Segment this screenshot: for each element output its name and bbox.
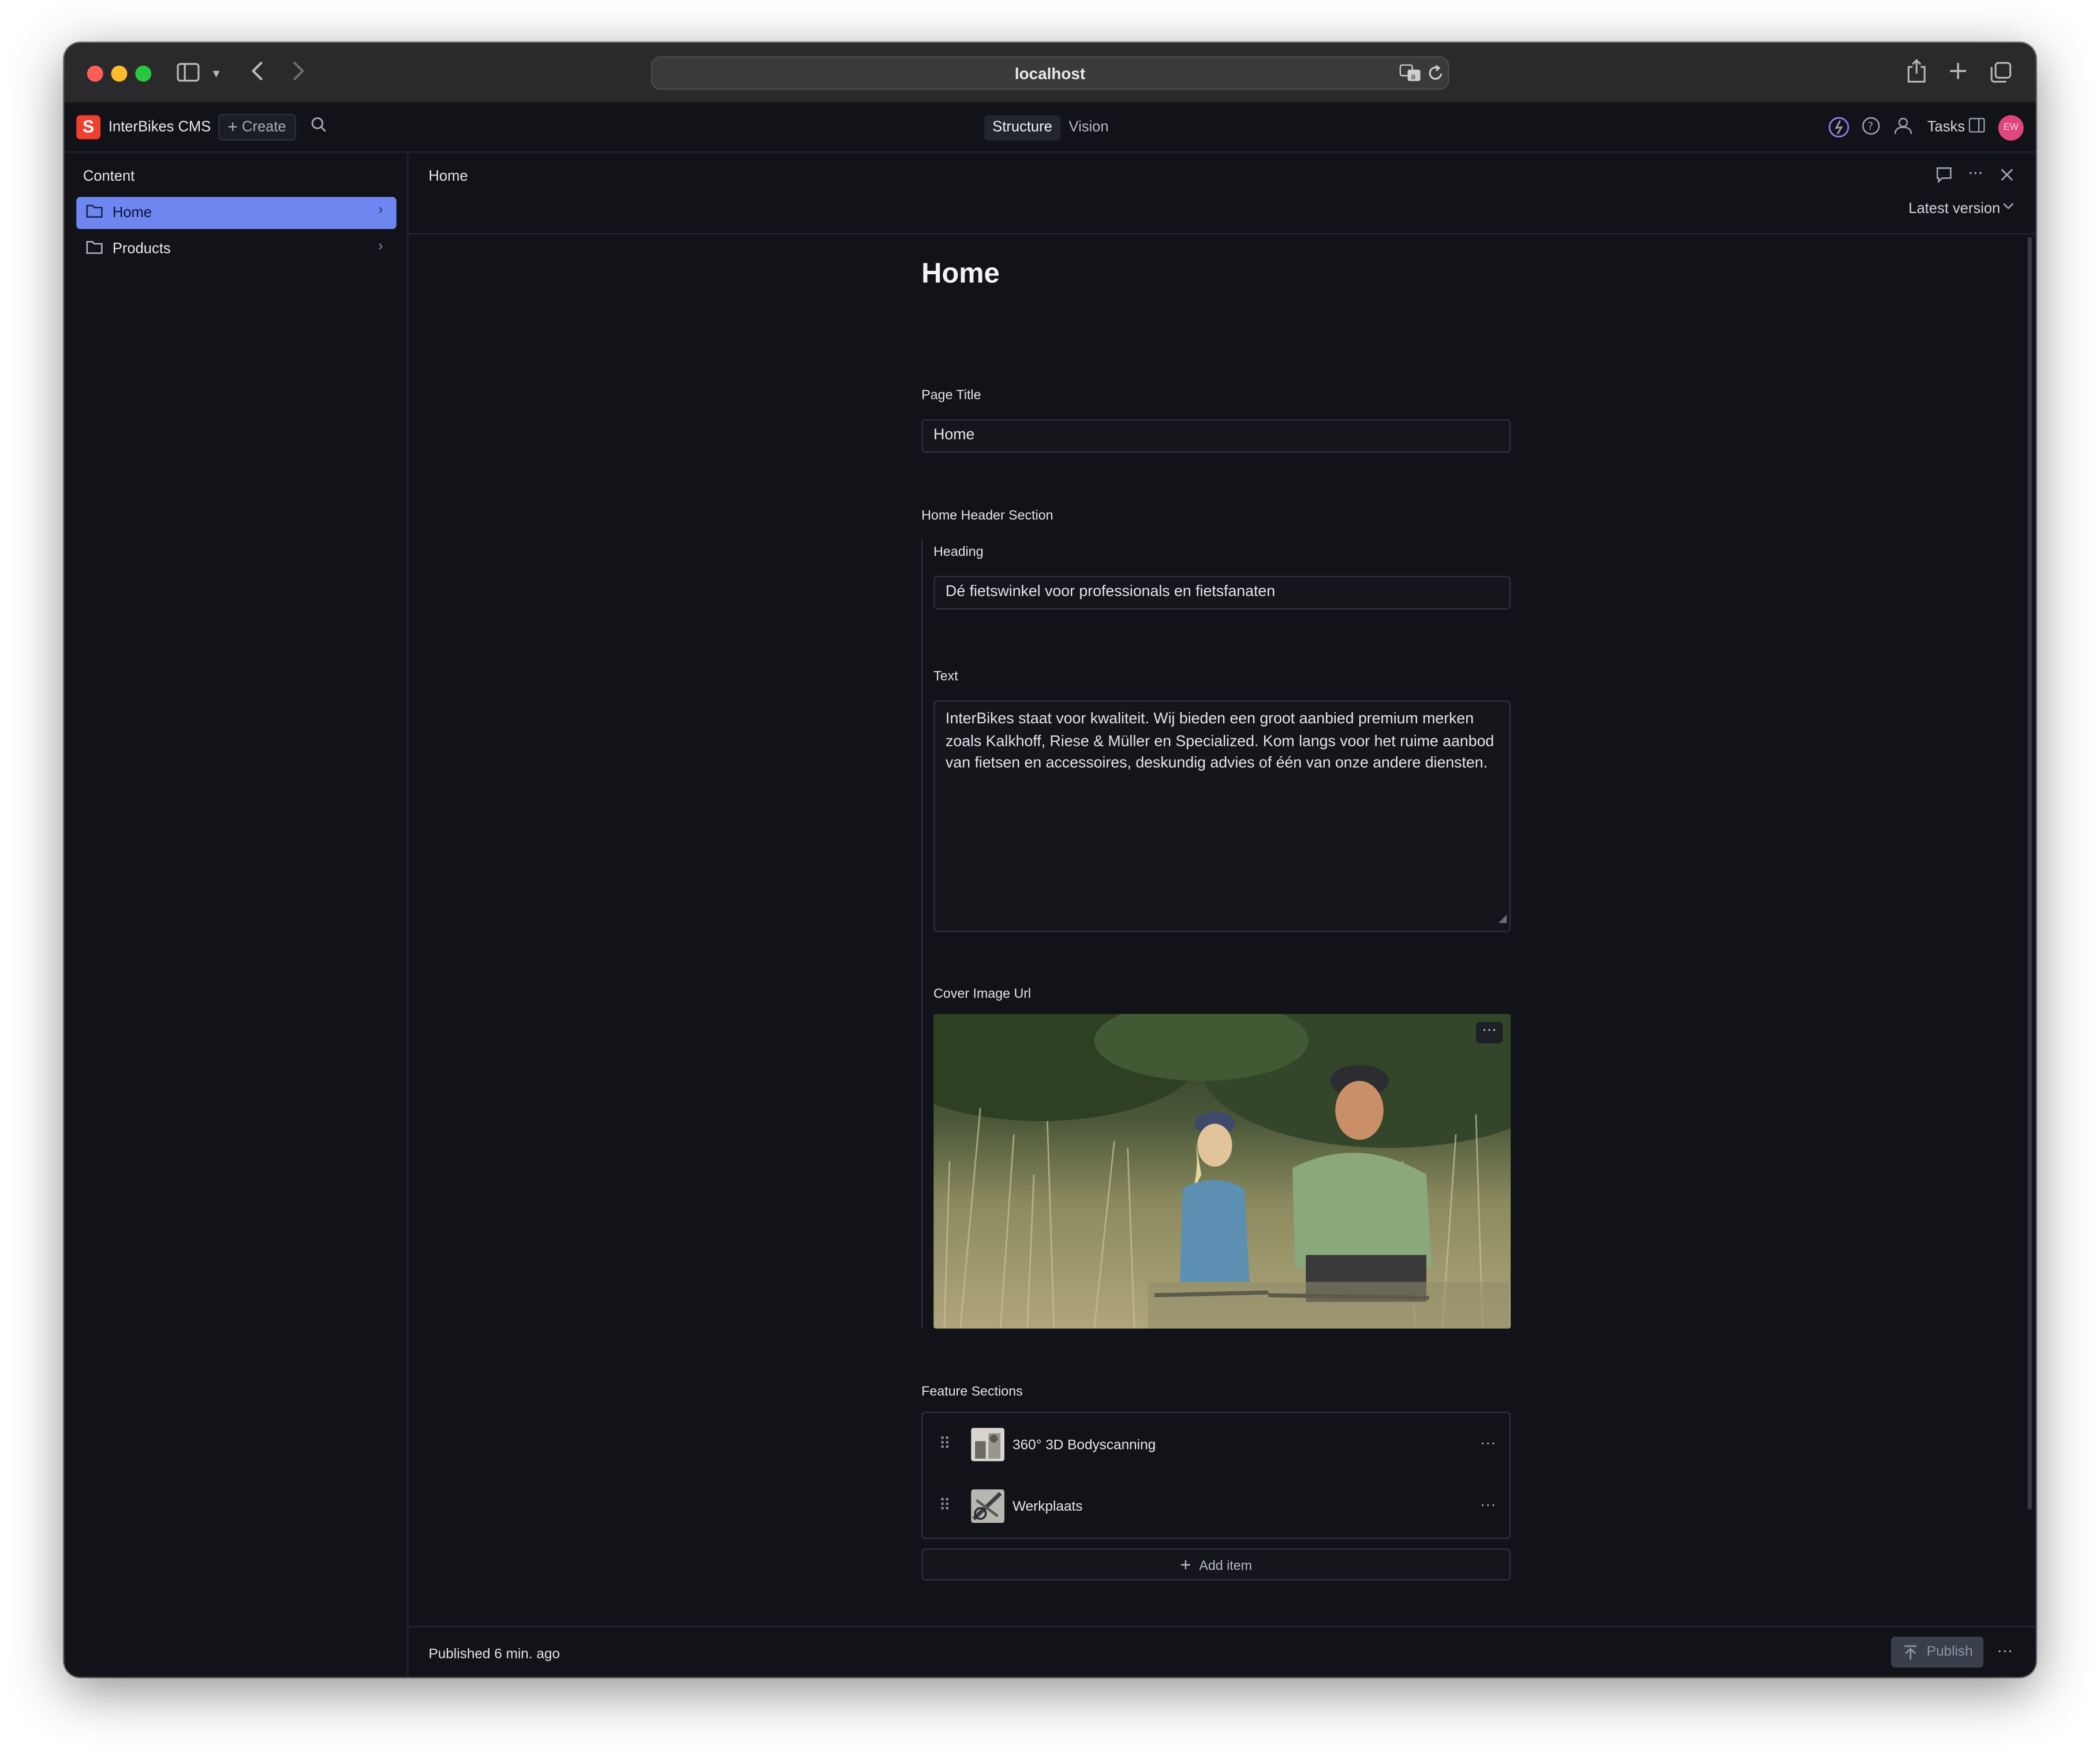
chevron-right-icon: ›: [378, 202, 383, 219]
pane-title: Content: [83, 169, 135, 185]
address-bar[interactable]: localhost a: [651, 56, 1449, 90]
forward-icon[interactable]: [292, 60, 305, 87]
search-icon[interactable]: [311, 117, 327, 137]
structure-pane: Content Home › Products ›: [64, 152, 409, 1677]
publish-status: Published 6 min. ago: [428, 1646, 561, 1663]
chevron-down-icon[interactable]: [2002, 200, 2015, 215]
drag-handle-icon[interactable]: ⠿: [939, 1496, 950, 1515]
version-selector[interactable]: Latest version: [1908, 201, 2000, 217]
feature-sections-list: ⠿ 360° 3D Bodyscanning ··· ⠿ Werkplaats …: [921, 1411, 1511, 1539]
section-divider: [921, 540, 923, 1329]
chevron-right-icon: ›: [378, 238, 383, 255]
brand-logo[interactable]: S: [76, 115, 101, 140]
page-title-input[interactable]: Home: [921, 419, 1511, 453]
image-menu-button[interactable]: ···: [1475, 1022, 1503, 1044]
resize-handle-icon[interactable]: ◢: [1499, 907, 1507, 929]
avatar[interactable]: EW: [1998, 115, 2024, 141]
text-textarea[interactable]: InterBikes staat voor kwaliteit. Wij bie…: [933, 700, 1511, 932]
drag-handle-icon[interactable]: ⠿: [939, 1435, 950, 1453]
thumbnail-image: [971, 1428, 1005, 1462]
field-label: Text: [933, 670, 958, 685]
field-label: Cover Image Url: [933, 987, 1032, 1002]
reload-icon[interactable]: [1428, 64, 1444, 85]
scrollbar[interactable]: [2027, 237, 2032, 1510]
structure-item-label: Home: [112, 204, 152, 221]
add-item-button[interactable]: + Add item: [921, 1548, 1511, 1581]
more-icon[interactable]: ···: [1480, 1495, 1496, 1513]
translate-icon[interactable]: a: [1399, 64, 1421, 85]
tasks-button[interactable]: Tasks: [1927, 119, 1965, 135]
list-item[interactable]: ⠿ Werkplaats ···: [923, 1476, 1509, 1538]
field-label: Heading: [933, 545, 984, 560]
presence-icon[interactable]: [1892, 117, 1914, 139]
list-item-label: Werkplaats: [1012, 1499, 1083, 1515]
svg-text:?: ?: [1868, 121, 1874, 133]
document-header: Home ··· Latest version: [408, 153, 2036, 235]
url-text: localhost: [1014, 64, 1086, 83]
list-item-label: 360° 3D Bodyscanning: [1012, 1437, 1156, 1454]
tabs-overview-icon[interactable]: [1990, 62, 2012, 88]
list-item[interactable]: ⠿ 360° 3D Bodyscanning ···: [923, 1414, 1509, 1476]
cover-image[interactable]: ···: [933, 1014, 1511, 1329]
new-tab-icon[interactable]: [1949, 62, 1967, 86]
svg-text:a: a: [1411, 72, 1416, 81]
help-icon[interactable]: ?: [1862, 117, 1880, 139]
studio-navbar: S InterBikes CMS + Create Structure Visio…: [64, 103, 2036, 153]
plus-icon: +: [1180, 1553, 1191, 1575]
plus-icon: +: [227, 116, 238, 137]
sidebar-icon[interactable]: [177, 63, 200, 87]
text-value: InterBikes staat voor kwaliteit. Wij bie…: [946, 711, 1494, 772]
add-item-label: Add item: [1199, 1559, 1252, 1574]
create-label: Create: [242, 119, 286, 136]
more-icon[interactable]: ···: [1997, 1641, 2013, 1659]
section-label: Home Header Section: [921, 509, 1053, 524]
document-footer: Published 6 min. ago Publish ···: [408, 1626, 2036, 1677]
tool-structure[interactable]: Structure: [984, 115, 1060, 141]
chevron-down-icon[interactable]: ▾: [213, 64, 220, 85]
thumbnail-image: [971, 1489, 1005, 1523]
breadcrumb: Home: [428, 169, 468, 185]
panel-icon[interactable]: [1968, 118, 1985, 136]
zoom-window-button[interactable]: [135, 65, 152, 82]
publish-icon: [1903, 1637, 1918, 1671]
publish-label: Publish: [1926, 1643, 1973, 1660]
ai-assist-icon[interactable]: [1828, 117, 1849, 142]
comment-icon[interactable]: [1935, 166, 1953, 188]
heading-input[interactable]: Dé fietswinkel voor professionals en fie…: [933, 576, 1511, 610]
folder-icon: [85, 204, 103, 222]
structure-item-products[interactable]: Products ›: [76, 233, 397, 266]
minimize-window-button[interactable]: [111, 65, 128, 82]
tool-vision[interactable]: Vision: [1061, 115, 1117, 141]
document-pane: Home ··· Latest version Home Page Title …: [408, 152, 2036, 1677]
field-label: Page Title: [921, 388, 981, 404]
structure-item-home[interactable]: Home ›: [76, 197, 397, 229]
document-title: Home: [921, 258, 1000, 290]
share-icon[interactable]: [1907, 59, 1926, 88]
back-icon[interactable]: [251, 60, 264, 87]
more-icon[interactable]: ···: [1967, 160, 1983, 182]
more-icon[interactable]: ···: [1480, 1433, 1496, 1452]
structure-item-label: Products: [112, 241, 171, 257]
browser-window: ▾ localhost a S InterBikes CMS + Create …: [64, 43, 2036, 1677]
field-label: Feature Sections: [921, 1385, 1023, 1400]
brand-name[interactable]: InterBikes CMS: [109, 119, 211, 135]
close-icon[interactable]: [2000, 166, 2015, 186]
create-button[interactable]: + Create: [218, 114, 296, 141]
folder-icon: [85, 240, 103, 258]
publish-button[interactable]: Publish: [1891, 1637, 1984, 1668]
close-window-button[interactable]: [87, 65, 103, 82]
browser-toolbar: ▾ localhost a: [64, 43, 2036, 103]
